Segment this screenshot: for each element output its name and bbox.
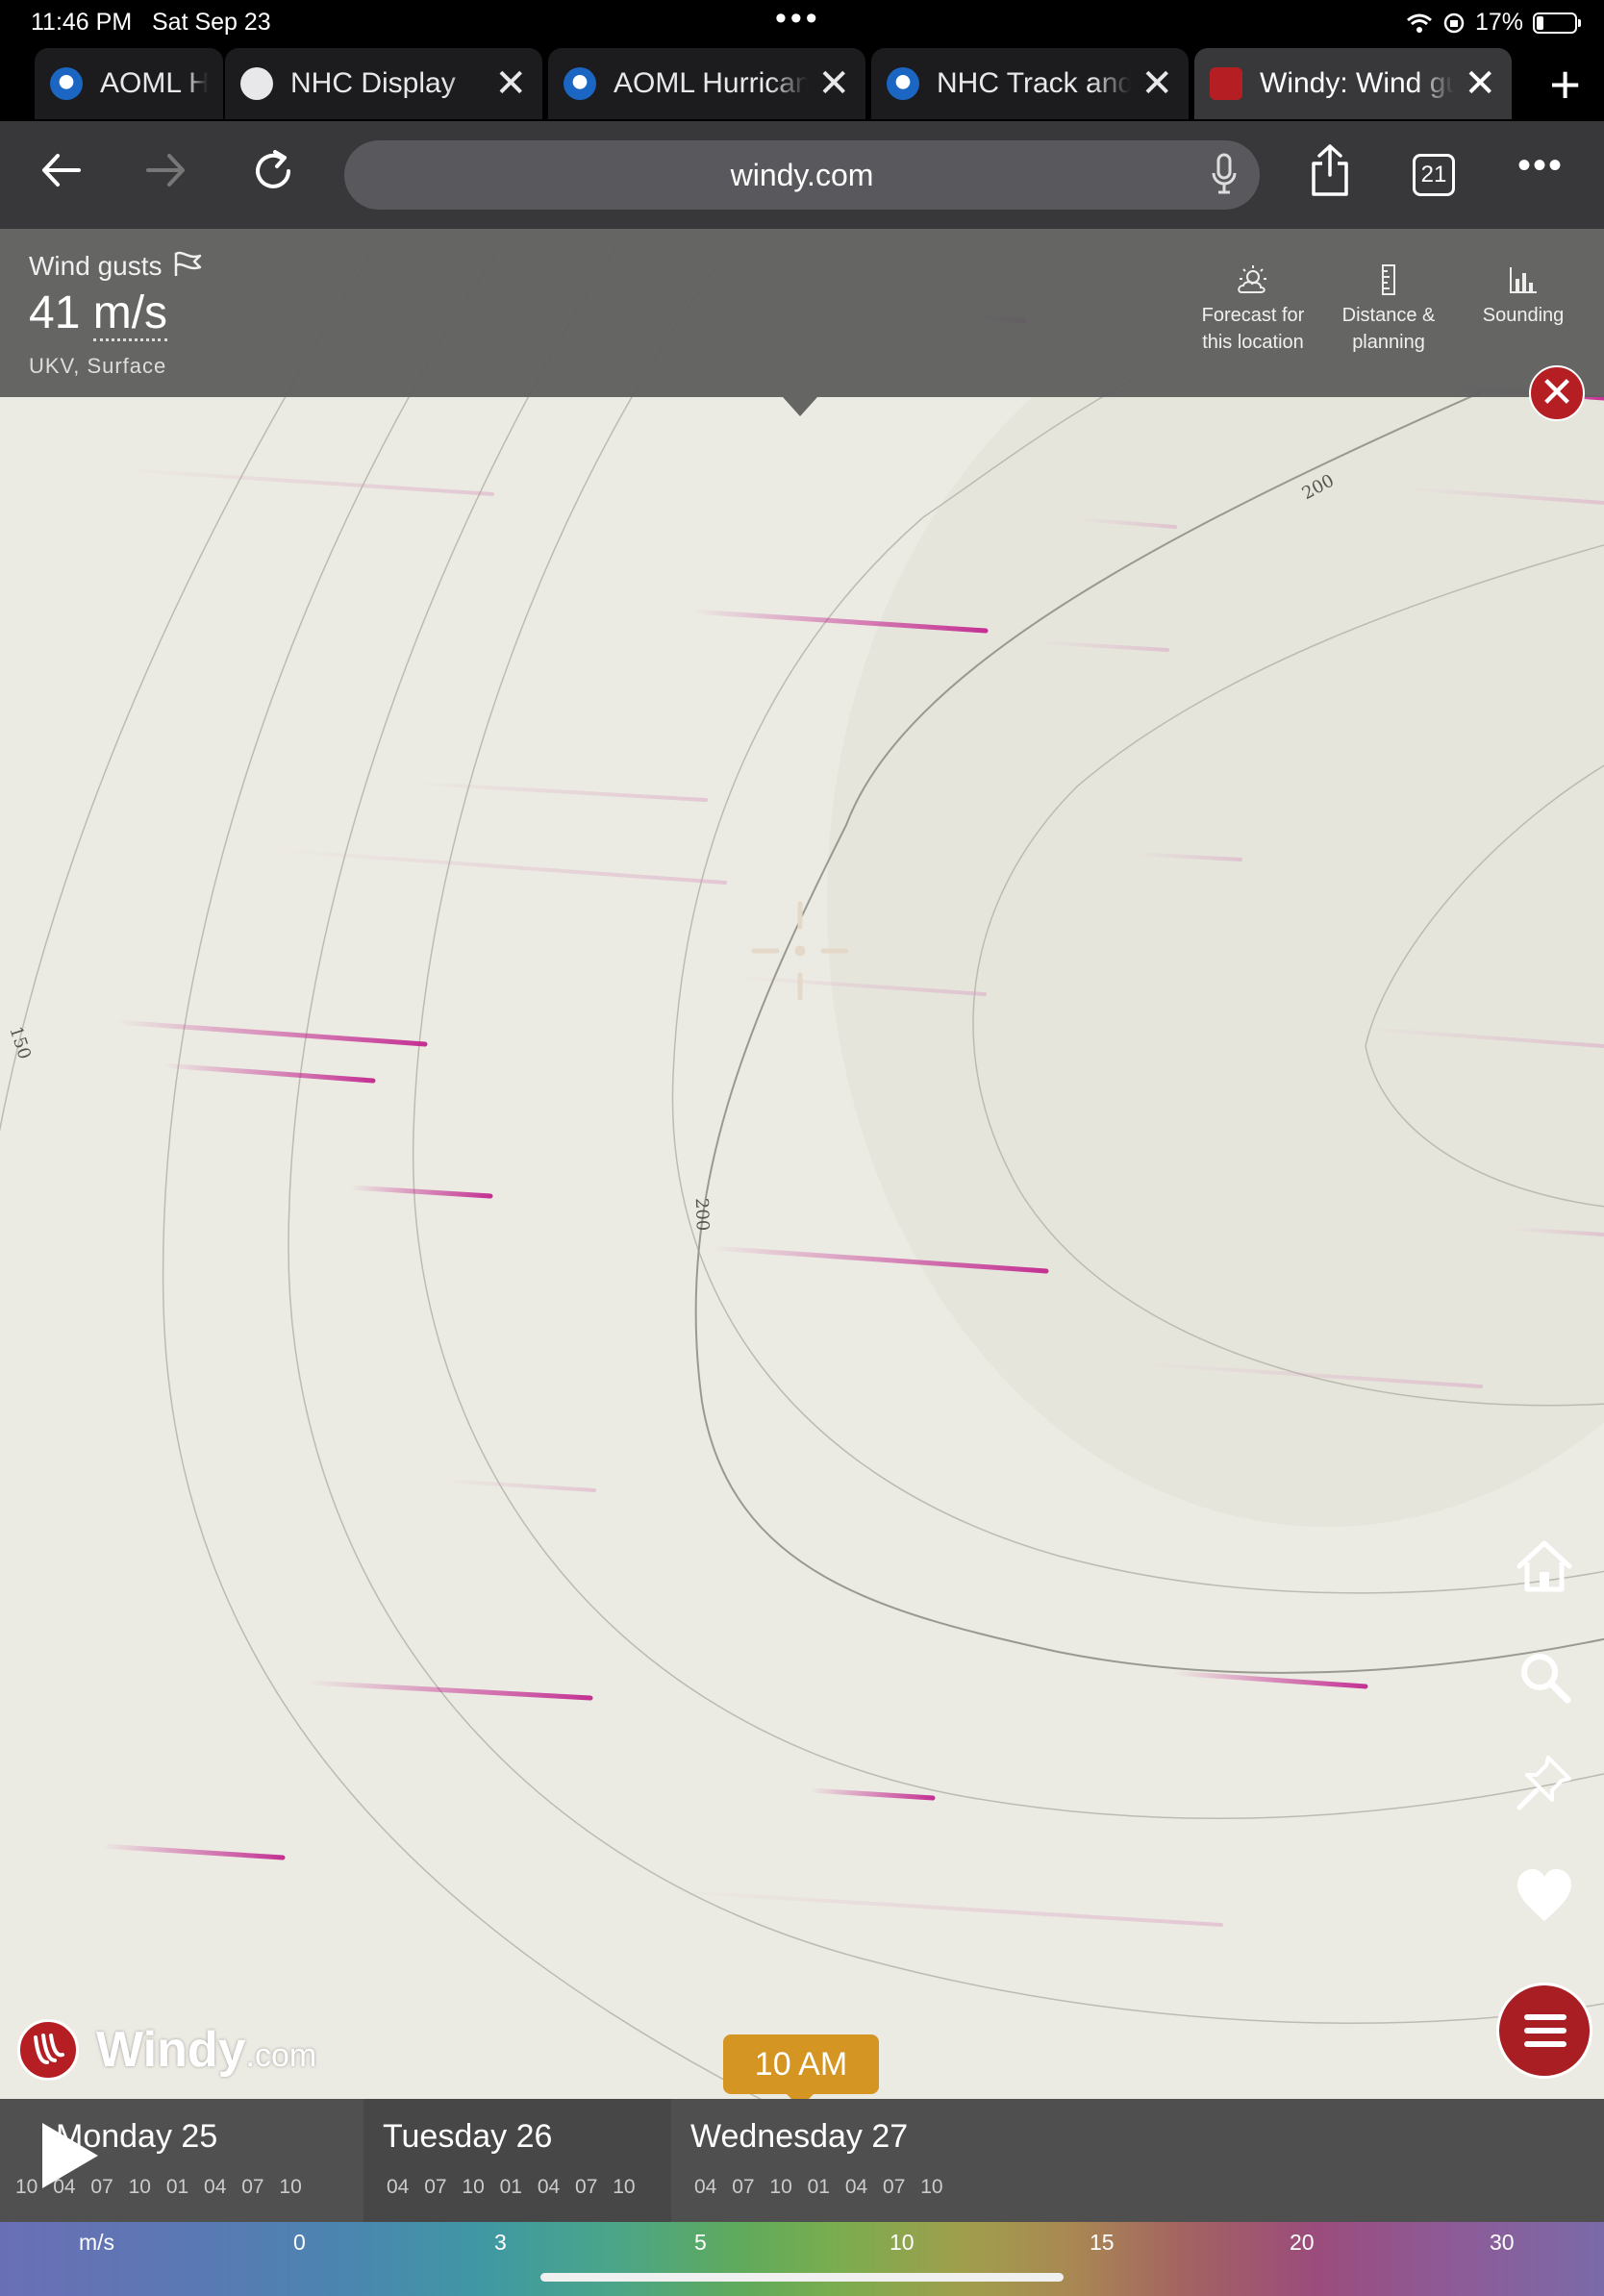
day-hours: 04 07 10 01 04 07 10: [387, 2176, 636, 2198]
distance-planning-button[interactable]: Distance & planning: [1321, 263, 1456, 356]
unit-toggle[interactable]: m/s: [92, 287, 168, 341]
tab-label: AOML H: [100, 67, 208, 99]
tab-windy[interactable]: Windy: Wind gu ✕: [1194, 48, 1512, 119]
back-arrow-icon[interactable]: [37, 146, 85, 194]
close-tab-icon[interactable]: ✕: [1140, 64, 1173, 103]
share-icon[interactable]: [1306, 142, 1354, 198]
timeline-day-wednesday[interactable]: Wednesday 27 04 07 10 01 04 07 10: [671, 2099, 1604, 2222]
microphone-icon[interactable]: [1210, 152, 1239, 196]
current-time-bubble[interactable]: 10 AM: [723, 2034, 879, 2108]
reload-icon[interactable]: [248, 146, 298, 196]
noaa-icon: [564, 67, 596, 100]
orientation-lock-icon: [1443, 12, 1465, 33]
tab-label: Windy: Wind gu: [1260, 67, 1455, 99]
status-right: 17%: [1406, 9, 1581, 37]
play-icon[interactable]: [42, 2123, 98, 2188]
menu-icon: [1524, 2014, 1566, 2020]
globe-icon: [240, 67, 273, 100]
map-canvas[interactable]: 200 150 200: [0, 229, 1604, 2099]
status-bar: 11:46 PM Sat Sep 23 ••• 17%: [0, 0, 1604, 44]
timeline-bar[interactable]: Monday 25 10 04 07 10 01 04 07 10 Tuesda…: [0, 2099, 1604, 2222]
noaa-icon: [50, 67, 83, 100]
legend-tick: 15: [1090, 2230, 1115, 2255]
battery-percent: 17%: [1474, 9, 1523, 36]
layer-label: Wind gusts: [29, 250, 204, 282]
forecast-for-location-button[interactable]: Forecast for this location: [1186, 263, 1320, 356]
address-bar[interactable]: windy.com: [344, 140, 1260, 210]
windy-wordmark: Windy.com: [96, 2022, 317, 2078]
tab-aoml-h[interactable]: AOML H: [35, 48, 223, 119]
windy-logo-icon: [17, 2019, 79, 2081]
tab-label: AOML Hurrican: [614, 67, 809, 99]
day-label: Tuesday 26: [383, 2118, 553, 2155]
ruler-icon: [1382, 264, 1395, 295]
new-tab-icon[interactable]: +: [1549, 58, 1581, 112]
sounding-button[interactable]: Sounding: [1456, 263, 1591, 329]
legend-tick: 20: [1290, 2230, 1315, 2255]
battery-icon: [1533, 12, 1581, 34]
pin-icon[interactable]: [1514, 1752, 1575, 1813]
sounding-icon: [1510, 267, 1537, 293]
wifi-icon: [1406, 13, 1432, 33]
multitask-dots[interactable]: •••: [775, 0, 821, 37]
contour-label-200: 200: [691, 1198, 713, 1232]
flag-icon[interactable]: [173, 250, 204, 277]
close-tab-icon[interactable]: ✕: [817, 64, 850, 103]
tab-aoml-hurricane[interactable]: AOML Hurrican ✕: [548, 48, 865, 119]
day-hours: 04 07 10 01 04 07 10: [694, 2176, 943, 2198]
heart-icon[interactable]: [1514, 1865, 1575, 1927]
browser-toolbar: windy.com 21 •••: [0, 121, 1604, 229]
windy-icon: [1210, 67, 1242, 100]
noaa-icon: [887, 67, 919, 100]
legend-tick: 10: [890, 2230, 915, 2255]
url-text: windy.com: [730, 158, 874, 192]
status-time: 11:46 PM Sat Sep 23: [31, 9, 271, 36]
tab-label: NHC Track and: [937, 67, 1132, 99]
layer-info-panel: Wind gusts 41 m/s UKV, Surface Forecast …: [0, 229, 1604, 397]
model-label: UKV, Surface: [29, 354, 167, 378]
tab-nhc-display[interactable]: NHC Display ✕: [225, 48, 542, 119]
tab-nhc-track[interactable]: NHC Track and ✕: [871, 48, 1189, 119]
close-tab-icon[interactable]: ✕: [1464, 64, 1496, 103]
color-legend[interactable]: m/s 0 3 5 10 15 20 30: [0, 2222, 1604, 2296]
forecast-icon: [1238, 265, 1266, 293]
wind-gust-value[interactable]: 41 m/s: [29, 287, 168, 341]
main-menu-button[interactable]: [1496, 1983, 1592, 2079]
legend-tick: 30: [1490, 2230, 1515, 2255]
windy-logo[interactable]: Windy.com: [17, 2019, 316, 2081]
legend-tick: 3: [494, 2230, 507, 2255]
legend-tick: 5: [694, 2230, 707, 2255]
home-indicator[interactable]: [540, 2273, 1064, 2282]
tab-count-button[interactable]: 21: [1413, 154, 1455, 196]
day-label: Wednesday 27: [690, 2118, 909, 2155]
more-options-icon[interactable]: •••: [1517, 146, 1564, 185]
forward-arrow-icon[interactable]: [142, 146, 190, 194]
legend-tick: 0: [293, 2230, 306, 2255]
tab-bar: AOML H NHC Display ✕ AOML Hurrican ✕ NHC…: [0, 44, 1604, 121]
close-icon: ✕: [1539, 369, 1575, 416]
panel-pointer: [783, 397, 817, 416]
close-tab-icon[interactable]: ✕: [494, 64, 527, 103]
search-icon[interactable]: [1514, 1646, 1575, 1708]
home-icon[interactable]: [1514, 1535, 1575, 1597]
weather-map[interactable]: 200 150 200: [0, 229, 1604, 2099]
close-picker-button[interactable]: ✕: [1529, 365, 1585, 421]
legend-unit[interactable]: m/s: [79, 2230, 114, 2256]
tab-label: NHC Display: [290, 67, 456, 99]
timeline-day-tuesday[interactable]: Tuesday 26 04 07 10 01 04 07 10: [363, 2099, 671, 2222]
